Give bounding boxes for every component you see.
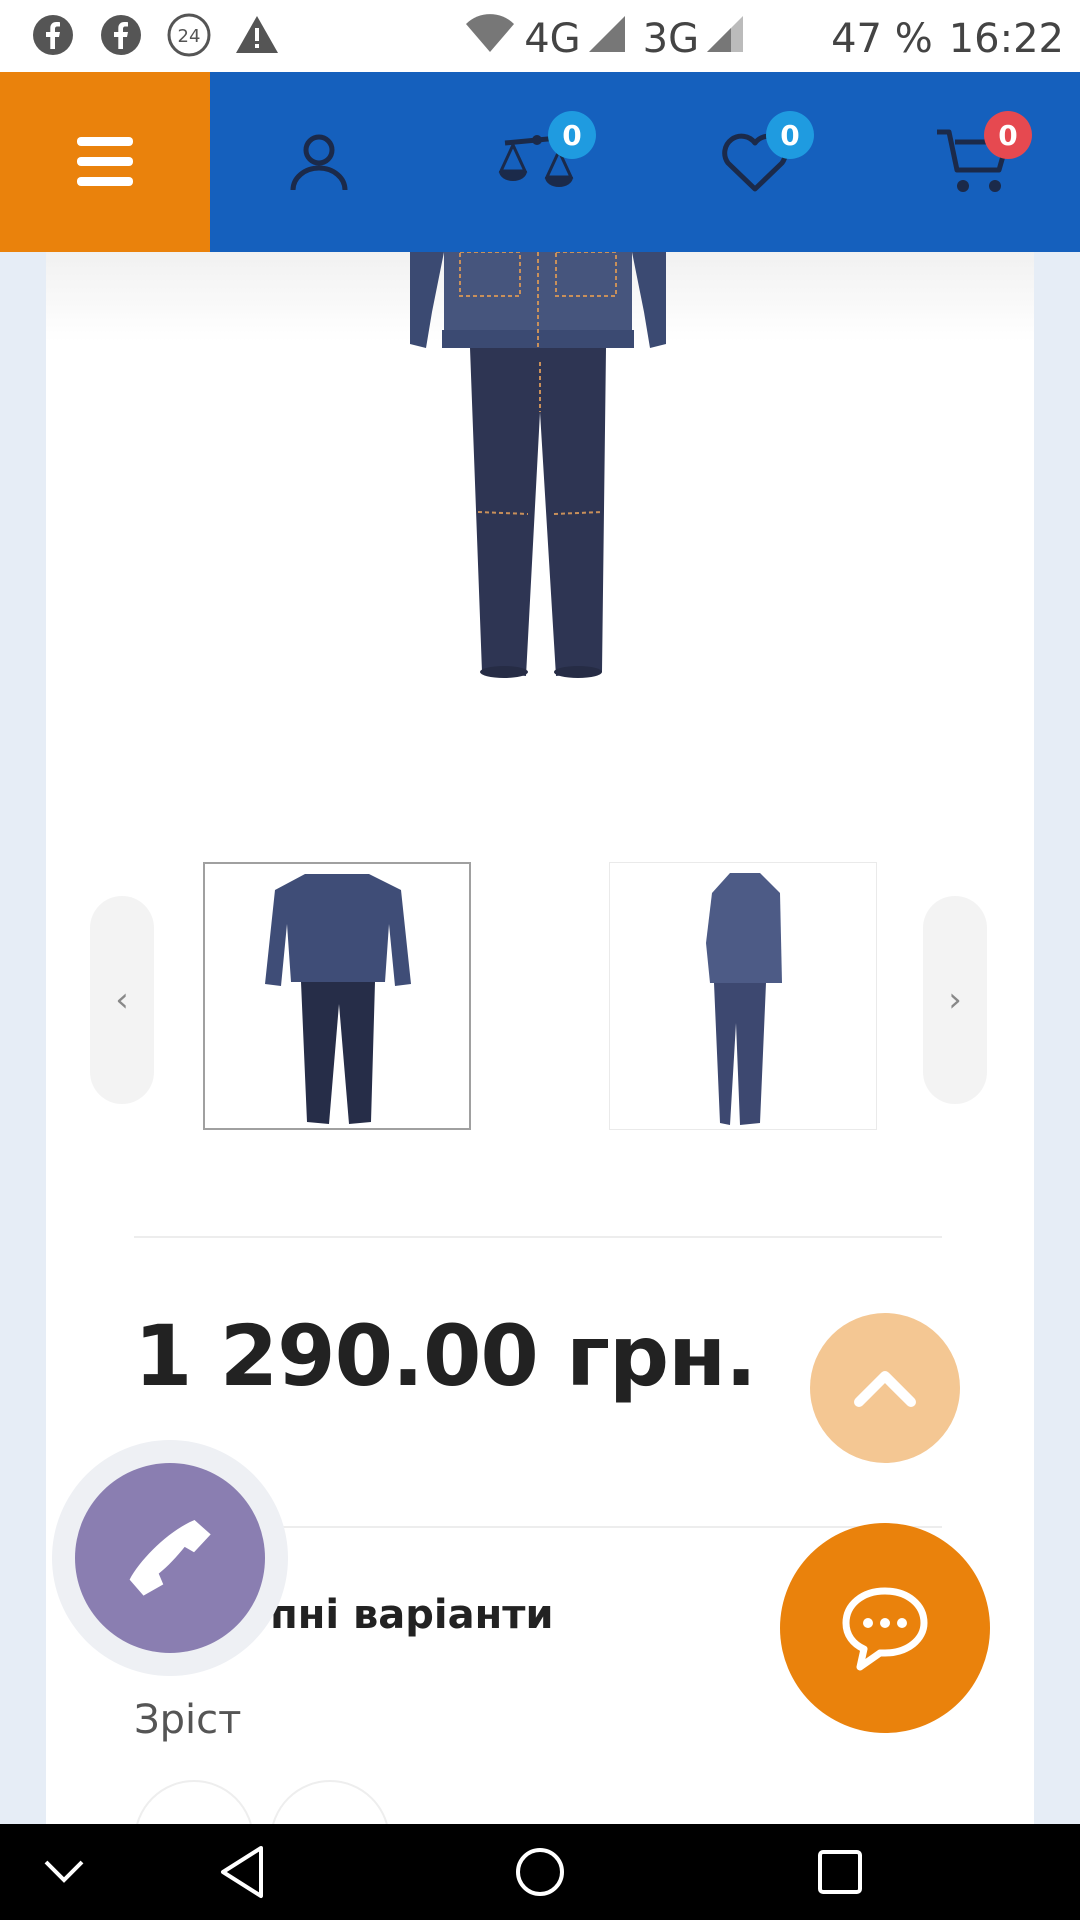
gallery-next-button[interactable]: › [923,896,987,1104]
scroll-to-top-button[interactable] [810,1313,960,1463]
battery-level: 47 % [831,16,933,62]
call-button[interactable] [75,1463,265,1653]
signal-icon [587,14,627,64]
chat-bubble-icon [842,1587,928,1671]
cart-button[interactable]: 0 [928,111,1032,207]
compare-count-badge: 0 [548,111,596,159]
svg-text:24: 24 [178,26,201,47]
system-status: 4G 3G 47 % 16:22 [464,12,1064,66]
network-3g-label: 3G [642,16,700,62]
divider [134,1236,942,1238]
header-nav: 0 0 0 [0,72,1080,252]
24-icon: 24 [166,12,212,58]
home-button[interactable] [510,1842,570,1902]
chat-button[interactable] [780,1523,990,1733]
workwear-suit-image [410,252,666,678]
home-circle-icon [516,1848,564,1896]
thumbnail-front-image [265,874,411,1124]
recents-square-icon [818,1850,862,1894]
signal-icon [705,14,745,64]
notification-icons: 24 [30,12,280,58]
back-button[interactable] [212,1842,272,1902]
chevron-down-icon [44,1860,84,1883]
product-price: 1 290.00 грн. [134,1307,757,1405]
menu-button[interactable] [0,72,210,252]
gallery-prev-button[interactable]: ‹ [90,896,154,1104]
size-option[interactable] [134,1780,254,1824]
collapse-button[interactable] [34,1842,94,1902]
thumbnail-side-image [706,873,782,1125]
chevron-up-icon [854,1371,916,1407]
facebook-icon [30,12,76,58]
gallery-thumbnail[interactable] [609,862,877,1130]
compare-button[interactable]: 0 [492,111,596,207]
gallery-thumbnail[interactable] [203,862,471,1130]
size-option[interactable] [270,1780,390,1824]
clock: 16:22 [948,16,1064,62]
wishlist-button[interactable]: 0 [710,111,814,207]
back-triangle-icon [221,1846,263,1898]
system-nav-bar [0,1824,1080,1920]
wishlist-count-badge: 0 [766,111,814,159]
user-icon [290,134,348,191]
product-main-image[interactable] [46,252,1034,812]
facebook-icon [98,12,144,58]
warning-icon [234,12,280,58]
network-4g-label: 4G [524,16,581,62]
hamburger-icon [77,137,133,186]
phone-icon [129,1520,211,1596]
account-button[interactable] [274,117,364,207]
size-label: Зріст [134,1697,242,1743]
cart-count-badge: 0 [984,111,1032,159]
recents-button[interactable] [810,1842,870,1902]
wifi-icon [464,12,516,66]
status-bar: 24 4G 3G 47 % 16:22 [0,0,1080,72]
